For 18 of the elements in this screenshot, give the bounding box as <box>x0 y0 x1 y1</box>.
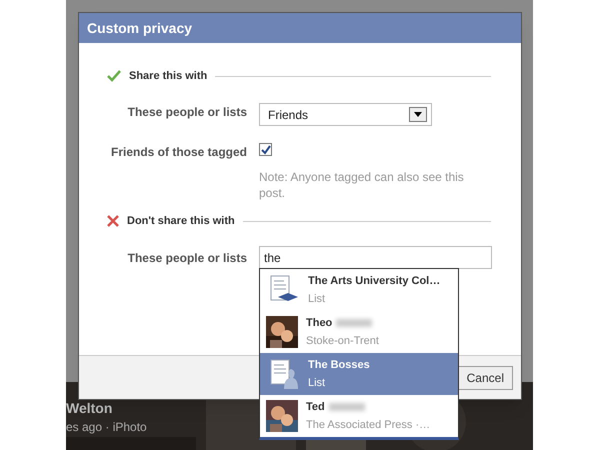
check-icon <box>107 70 121 82</box>
suggestion-name: The Arts University Col… <box>308 274 440 289</box>
field-label: These people or lists <box>128 251 247 265</box>
field-label: Friends of those tagged <box>110 145 247 159</box>
section-heading: Share this with <box>129 69 208 84</box>
suggestion-name: The Bosses <box>308 358 370 373</box>
cross-icon <box>107 215 119 228</box>
note-text: Note: Anyone tagged can also see this post. <box>259 169 465 201</box>
section-heading: Don't share this with <box>127 214 235 229</box>
audience-select[interactable]: Friends <box>259 103 432 126</box>
tagged-checkbox[interactable] <box>259 143 272 156</box>
dialog-title: Custom privacy <box>87 18 192 38</box>
dropdown-icon <box>409 107 427 122</box>
suggestion-detail: List <box>308 292 326 307</box>
suggestion-name: Theo <box>306 316 332 331</box>
blurred-surname <box>336 319 372 327</box>
suggestion-detail: Stoke-on-Trent <box>306 334 379 349</box>
field-label: These people or lists <box>128 105 247 119</box>
